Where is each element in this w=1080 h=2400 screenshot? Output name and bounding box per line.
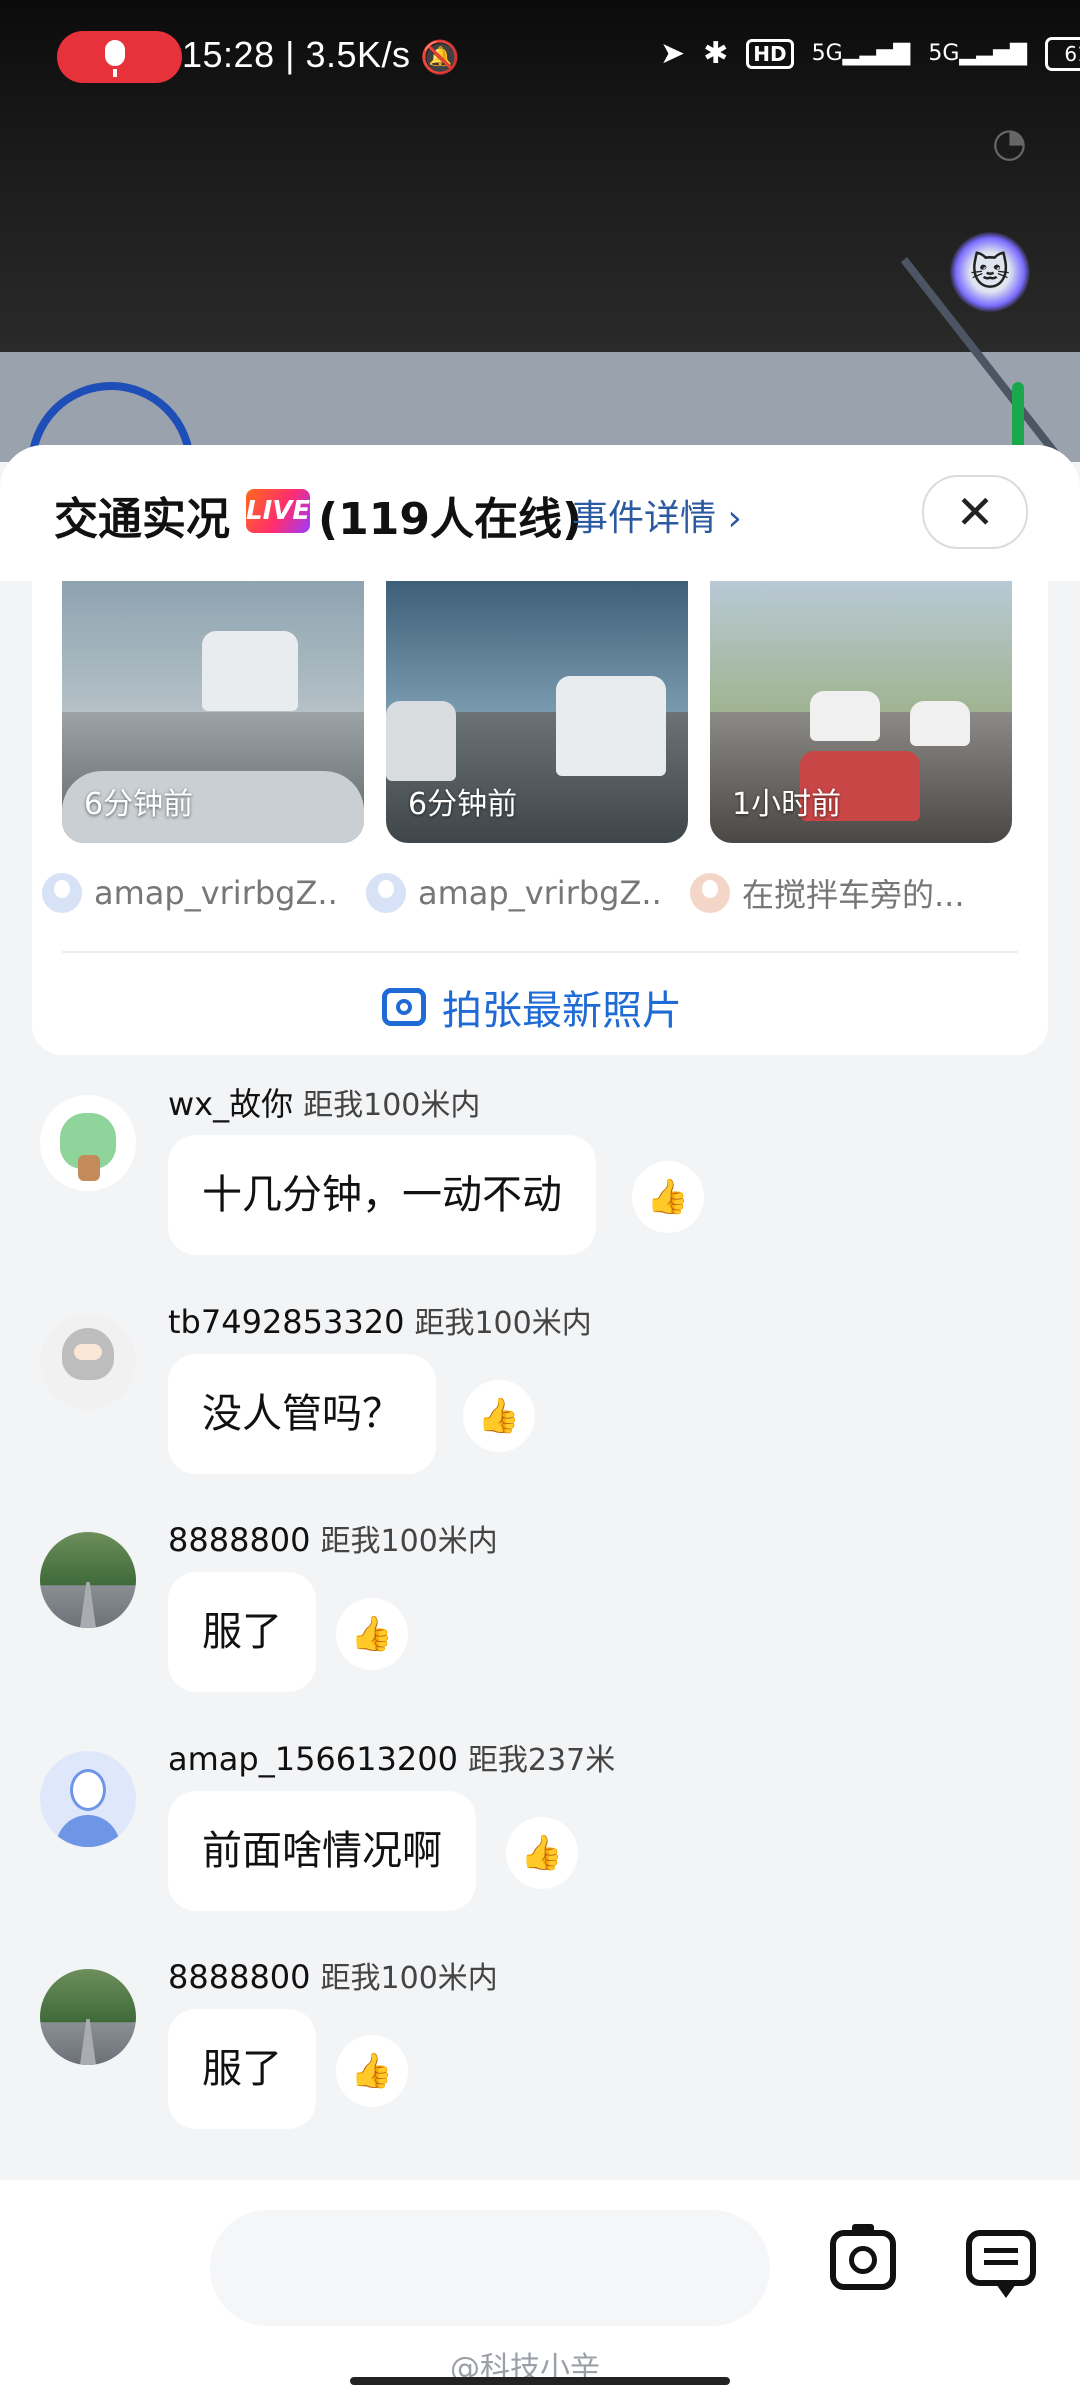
comment-username[interactable]: 8888800 (168, 1958, 311, 1996)
comment-bubble: 服了 (168, 1572, 316, 1692)
hd-voice-icon: HD (746, 38, 794, 69)
event-detail-link[interactable]: 事件详情 › (572, 489, 742, 541)
comment-bubble: 服了 (168, 2009, 316, 2129)
comment-username[interactable]: wx_故你 (168, 1085, 293, 1123)
status-icons: ➤ ✱ HD 5G▂▃▅▇ 5G▂▃▅▇ 61 (660, 36, 1080, 71)
close-icon: ✕ (955, 485, 995, 539)
microphone-stem (113, 69, 117, 77)
microphone-icon (105, 40, 125, 66)
recording-indicator[interactable] (57, 31, 182, 83)
comment-meta: tb7492853320 距我100米内 (168, 1298, 592, 1342)
avatar[interactable] (40, 1095, 136, 1191)
comment-username[interactable]: amap_156613200 (168, 1740, 458, 1778)
photo-author[interactable]: amap_vrirbgZ... (42, 871, 338, 915)
comment-item: wx_故你 距我100米内 十几分钟，一动不动 👍 (0, 1055, 1080, 1255)
avatar[interactable] (40, 1532, 136, 1628)
author-avatar (366, 873, 406, 913)
comment-distance: 距我100米内 (414, 1306, 592, 1341)
avatar[interactable] (40, 1314, 136, 1410)
comment-meta: amap_156613200 距我237米 (168, 1735, 615, 1779)
thumbs-up-icon: 👍 (477, 1396, 521, 1436)
comment-bubble: 前面啥情况啊 (168, 1791, 476, 1911)
like-button[interactable]: 👍 (506, 1817, 578, 1889)
camera-icon[interactable] (830, 2224, 896, 2290)
comment-item: amap_156613200 距我237米 前面啥情况啊 👍 (0, 1711, 1080, 1911)
thumbs-up-icon: 👍 (520, 1833, 564, 1873)
thumbs-up-icon: 👍 (350, 1614, 394, 1654)
author-name: amap_vrirbgZ... (94, 874, 338, 912)
take-photo-button[interactable]: 拍张最新照片 (382, 977, 682, 1037)
photo-car (386, 701, 456, 781)
comment-item: 8888800 距我100米内 服了 👍 (0, 1929, 1080, 2129)
like-button[interactable]: 👍 (336, 1598, 408, 1670)
live-badge: LIVE (246, 489, 310, 533)
author-avatar (42, 873, 82, 913)
photo-time: 6分钟前 (408, 787, 518, 822)
sheet-title: 交通实况 (54, 494, 230, 545)
comment-distance: 距我100米内 (320, 1524, 498, 1559)
mute-bell-icon: 🔕 (420, 38, 460, 76)
comment-meta: 8888800 距我100米内 (168, 1516, 498, 1560)
divider (62, 951, 1018, 953)
thumbs-up-icon: 👍 (646, 1177, 690, 1217)
comment-distance: 距我237米 (467, 1743, 616, 1778)
author-name: 在搅拌车旁的... (742, 876, 965, 914)
signal-icon-sim1: 5G▂▃▅▇ (811, 41, 911, 66)
home-indicator[interactable] (350, 2377, 730, 2385)
traffic-photo[interactable]: 6分钟前 (386, 581, 688, 843)
avatar[interactable] (40, 1969, 136, 2065)
author-name: amap_vrirbgZ... (418, 874, 662, 912)
photo-car (910, 701, 970, 746)
photo-time: 1小时前 (732, 787, 842, 822)
photo-author[interactable]: 在搅拌车旁的... (690, 871, 986, 915)
author-avatar (690, 873, 730, 913)
camera-icon (382, 988, 426, 1026)
battery-icon: 61 (1045, 36, 1080, 71)
comment-distance: 距我100米内 (303, 1088, 481, 1123)
traffic-photo[interactable]: 6分钟前 (62, 581, 364, 843)
assistant-mascot-icon[interactable]: 🐱 (950, 232, 1030, 312)
comment-bubble: 十几分钟，一动不动 (168, 1135, 596, 1255)
comment-meta: wx_故你 距我100米内 (168, 1079, 480, 1125)
status-bar: 15:28 | 3.5K/s 🔕 ➤ ✱ HD 5G▂▃▅▇ 5G▂▃▅▇ 61 (0, 28, 1080, 88)
thumbs-up-icon: 👍 (350, 2051, 394, 2091)
cast-icon[interactable]: ◔ (992, 120, 1027, 166)
status-time-speed: 15:28 | 3.5K/s (182, 34, 411, 75)
comment-username[interactable]: tb7492853320 (168, 1303, 404, 1341)
comment-bubble: 没人管吗？ (168, 1354, 436, 1474)
comment-item: tb7492853320 距我100米内 没人管吗？ 👍 (0, 1274, 1080, 1474)
photo-author[interactable]: amap_vrirbgZ... (366, 871, 662, 915)
comment-meta: 8888800 距我100米内 (168, 1953, 498, 1997)
bluetooth-icon: ✱ (703, 36, 729, 71)
close-button[interactable]: ✕ (922, 475, 1028, 549)
location-arrow-icon: ➤ (660, 36, 686, 71)
photo-car (202, 631, 298, 711)
comment-username[interactable]: 8888800 (168, 1521, 311, 1559)
like-button[interactable]: 👍 (463, 1380, 535, 1452)
photo-gallery-card: 6分钟前 amap_vrirbgZ... 6分钟前 amap_vrirbgZ..… (32, 581, 1048, 1055)
traffic-live-sheet: 交通实况 LIVE (119人在线) 事件详情 › ✕ 6分钟前 amap_vr… (0, 445, 1080, 2400)
signal-icon-sim2: 5G▂▃▅▇ (928, 41, 1028, 66)
comment-input[interactable] (210, 2210, 770, 2326)
message-icon[interactable] (966, 2230, 1036, 2298)
avatar[interactable] (40, 1751, 136, 1847)
comment-item: 8888800 距我100米内 服了 👍 (0, 1492, 1080, 1692)
like-button[interactable]: 👍 (632, 1161, 704, 1233)
photo-car (810, 691, 880, 741)
take-photo-label: 拍张最新照片 (442, 988, 682, 1034)
photo-time: 6分钟前 (84, 787, 194, 822)
sheet-header: 交通实况 LIVE (119人在线) 事件详情 › ✕ (0, 445, 1080, 581)
online-count: (119人在线) (318, 494, 583, 545)
like-button[interactable]: 👍 (336, 2035, 408, 2107)
comment-distance: 距我100米内 (320, 1961, 498, 1996)
traffic-photo[interactable]: 1小时前 (710, 581, 1012, 843)
photo-car (556, 676, 666, 776)
